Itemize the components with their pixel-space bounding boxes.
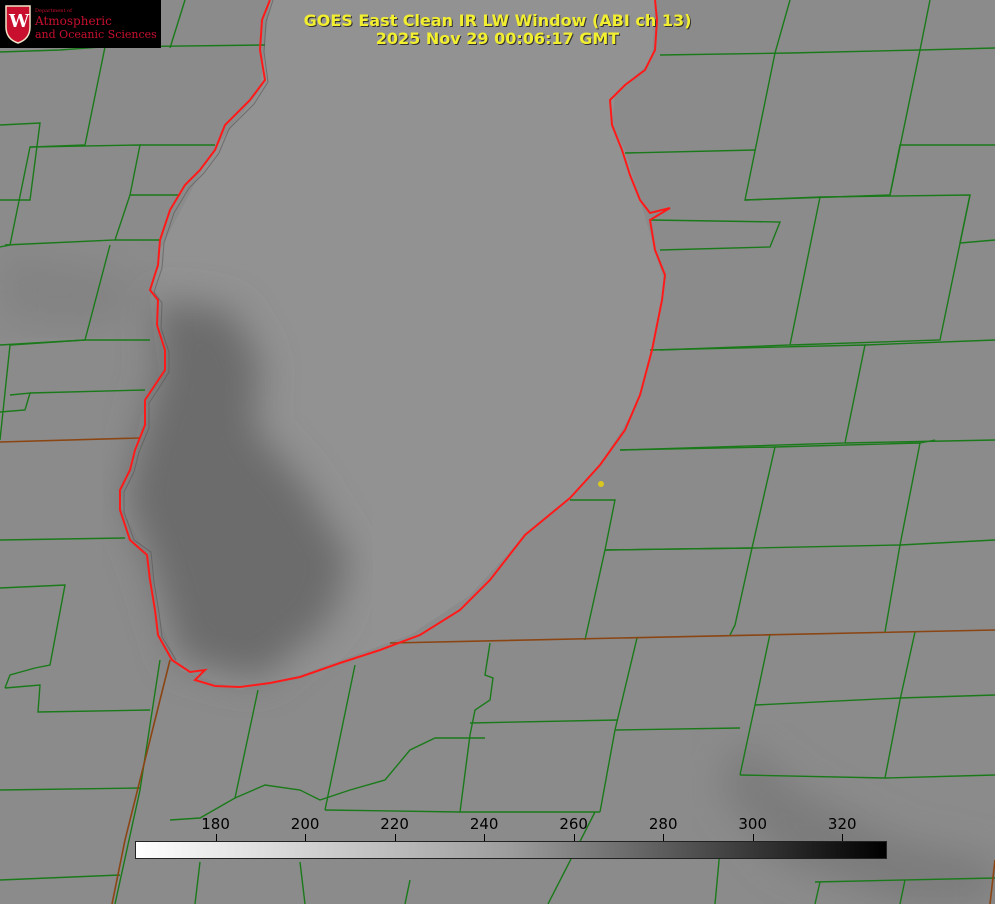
colorbar-tick-mark <box>484 834 486 841</box>
colorbar-tick-label: 260 <box>559 815 588 833</box>
colorbar-tick-label: 280 <box>648 815 678 833</box>
colorbar-tick-mark <box>842 834 844 841</box>
colorbar-tick-mark <box>663 834 665 841</box>
colorbar-tick-mark <box>752 834 754 841</box>
colorbar-tick-mark <box>215 834 217 841</box>
colorbar-tick-label: 200 <box>290 815 320 833</box>
colorbar-tick-label: 180 <box>201 815 230 833</box>
image-title: GOES East Clean IR LW Window (ABI ch 13) <box>303 11 692 30</box>
colorbar-tick-label: 320 <box>827 815 857 833</box>
image-timestamp: 2025 Nov 29 00:06:17 GMT <box>375 29 620 48</box>
colorbar-tick-mark <box>305 834 307 841</box>
colorbar <box>135 841 887 859</box>
satellite-map <box>0 0 995 904</box>
colorbar-tick-label: 240 <box>469 815 499 833</box>
colorbar-tick-label: 300 <box>738 815 768 833</box>
colorbar-tick-mark <box>573 834 575 841</box>
location-marker <box>598 481 604 487</box>
colorbar-tick-mark <box>394 834 396 841</box>
colorbar-tick-label: 220 <box>380 815 409 833</box>
